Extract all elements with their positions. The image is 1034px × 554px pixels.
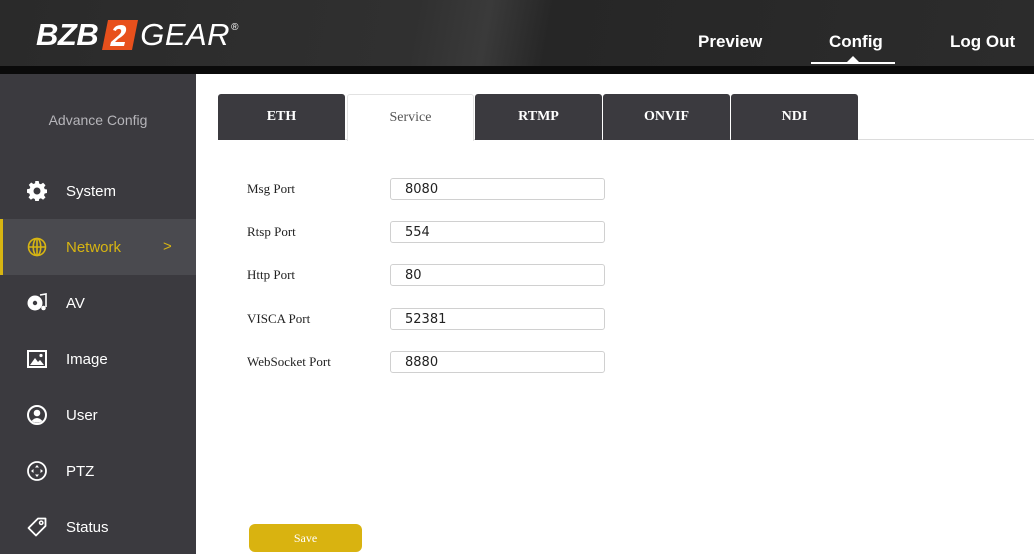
top-header: BZB GEAR ® Preview Config Log Out [0, 0, 1034, 66]
save-button[interactable]: Save [249, 524, 362, 552]
sidebar-item-network[interactable]: Network > [0, 219, 196, 275]
websocket-port-label: WebSocket Port [247, 354, 331, 369]
globe-icon [27, 237, 47, 257]
nav-config[interactable]: Config [829, 32, 883, 52]
rtsp-port-input[interactable] [390, 221, 605, 243]
logo-registered-mark: ® [231, 22, 239, 33]
gear-icon [27, 181, 47, 201]
sidebar-item-user[interactable]: User [0, 387, 196, 443]
sidebar-item-system[interactable]: System [0, 163, 196, 219]
tab-onvif[interactable]: ONVIF [603, 94, 730, 140]
logo-text-bzb: BZB [36, 17, 99, 52]
logo-2-mark-icon [102, 20, 139, 50]
rtsp-port-label: Rtsp Port [247, 224, 296, 239]
tab-bar: ETH Service RTMP ONVIF NDI [218, 94, 1034, 141]
sidebar-item-av[interactable]: AV [0, 275, 196, 331]
msg-port-input[interactable] [390, 178, 605, 200]
user-icon [27, 405, 47, 425]
sidebar-item-status[interactable]: Status [0, 499, 196, 554]
sidebar-item-ptz[interactable]: PTZ [0, 443, 196, 499]
sidebar-item-label: Image [66, 351, 108, 368]
http-port-label: Http Port [247, 267, 296, 282]
ptz-icon [27, 461, 47, 481]
av-icon [27, 293, 47, 311]
visca-port-input[interactable] [390, 308, 605, 330]
tab-eth[interactable]: ETH [218, 94, 345, 140]
sidebar-item-label: System [66, 183, 117, 200]
nav-logout[interactable]: Log Out [950, 32, 1015, 52]
tab-rtmp[interactable]: RTMP [475, 94, 602, 140]
header-divider-bar [0, 66, 1034, 74]
sidebar-item-image[interactable]: Image [0, 331, 196, 387]
sidebar-title: Advance Config [48, 112, 148, 128]
websocket-port-input[interactable] [390, 351, 605, 373]
msg-port-label: Msg Port [247, 181, 296, 196]
visca-port-label: VISCA Port [247, 311, 311, 326]
sidebar-item-label: User [66, 407, 98, 424]
main-content: ETH Service RTMP ONVIF NDI Msg Port Rtsp… [196, 74, 1034, 554]
sidebar-item-label: Status [66, 519, 109, 536]
tag-icon [27, 517, 47, 537]
sidebar-item-label: AV [66, 295, 85, 312]
active-nav-underline [811, 62, 895, 64]
chevron-right-icon: > [163, 238, 172, 255]
sidebar-item-label: PTZ [66, 463, 95, 480]
brand-logo[interactable]: BZB GEAR ® [36, 18, 238, 52]
tab-service[interactable]: Service [347, 94, 474, 141]
sidebar-item-label: Network [66, 239, 122, 256]
nav-preview[interactable]: Preview [698, 32, 762, 52]
logo-text-gear: GEAR [140, 17, 231, 52]
sidebar: Advance Config System Network > AV Image… [0, 74, 196, 554]
image-icon [27, 350, 47, 368]
tab-ndi[interactable]: NDI [731, 94, 858, 140]
http-port-input[interactable] [390, 264, 605, 286]
